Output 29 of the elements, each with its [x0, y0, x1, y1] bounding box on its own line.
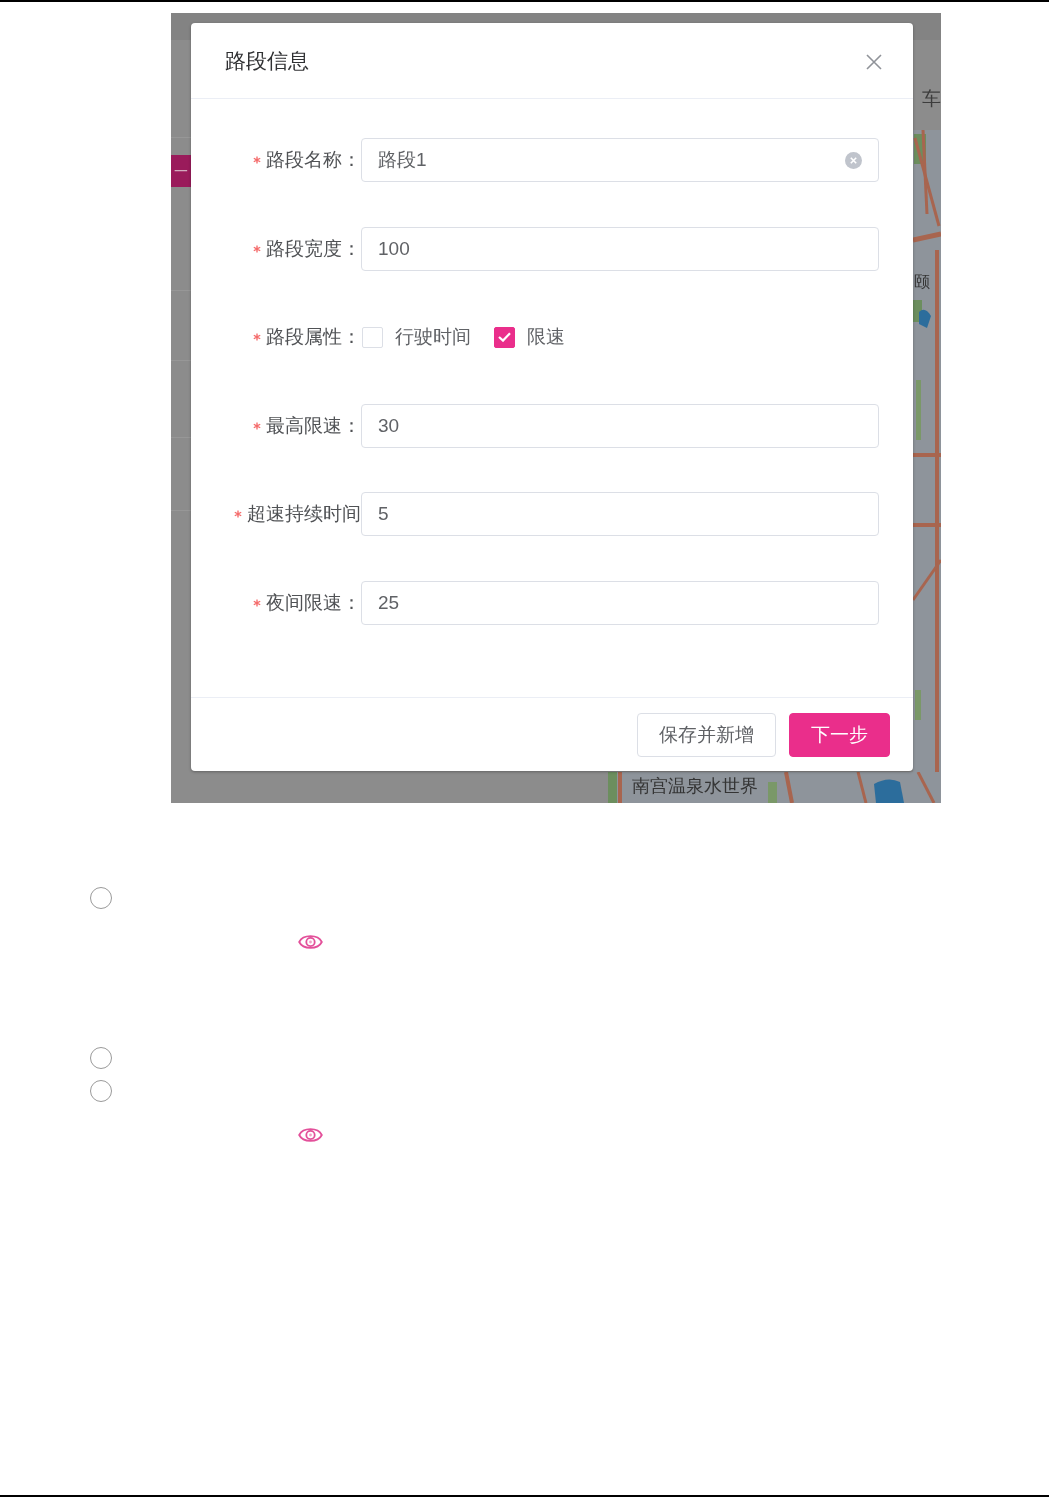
text-field[interactable]: 5 — [361, 492, 879, 537]
text-field[interactable]: 30 — [361, 403, 879, 448]
side-button[interactable]: 一 — [171, 155, 191, 187]
radio-button[interactable] — [90, 1047, 112, 1069]
text-field[interactable]: 100 — [361, 226, 879, 271]
radio-button[interactable] — [90, 1080, 112, 1102]
text-field[interactable]: 25 — [361, 580, 879, 625]
map-label: 颐 — [914, 272, 930, 291]
close-icon[interactable] — [866, 53, 882, 70]
field-label: 超速持续时间 — [247, 502, 361, 527]
save-and-add-button[interactable]: 保存并新增 — [637, 712, 776, 757]
panel-title: 车 — [922, 87, 941, 110]
field-label: 夜间限速： — [266, 590, 361, 615]
field-label: 路段宽度： — [266, 236, 361, 261]
checkmark-icon — [498, 332, 511, 343]
dialog-title: 路段信息 — [225, 47, 309, 74]
next-step-button[interactable]: 下一步 — [789, 712, 890, 757]
map-label: 南宫温泉水世界 — [632, 775, 758, 797]
field-label: 路段属性： — [266, 325, 361, 350]
field-label: 最高限速： — [266, 413, 361, 438]
clear-icon[interactable] — [845, 151, 862, 169]
checkbox-label[interactable]: 限速 — [527, 325, 565, 350]
field-label: 路段名称： — [266, 148, 361, 172]
text-field[interactable]: 路段1 — [361, 138, 879, 182]
checkbox[interactable] — [494, 326, 515, 348]
eye-icon[interactable] — [298, 932, 323, 952]
eye-icon[interactable] — [298, 1125, 323, 1145]
radio-button[interactable] — [90, 887, 112, 909]
checkbox-label[interactable]: 行驶时间 — [395, 325, 471, 350]
